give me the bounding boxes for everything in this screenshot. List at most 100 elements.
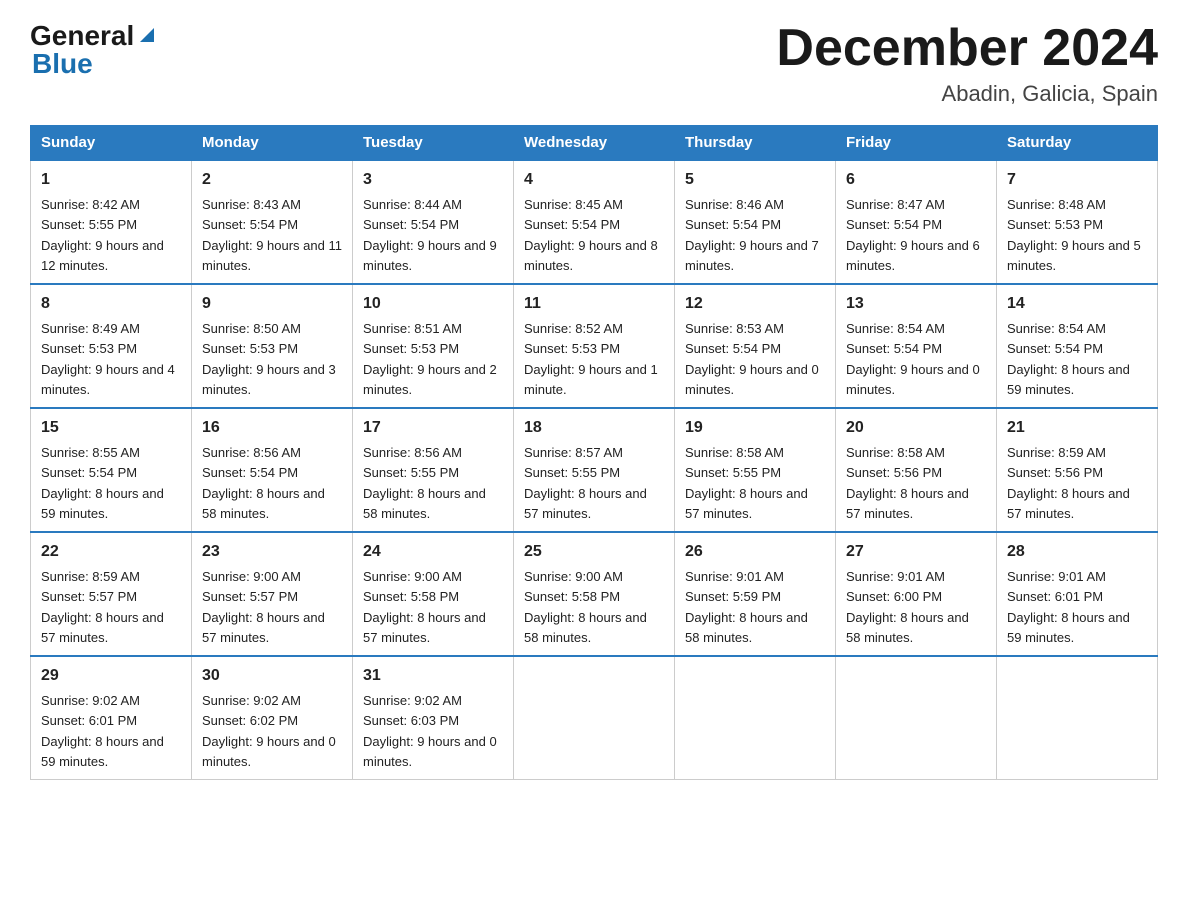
day-number: 30 xyxy=(202,664,342,688)
calendar-cell: 14 Sunrise: 8:54 AMSunset: 5:54 PMDaylig… xyxy=(997,284,1158,408)
calendar-cell: 17 Sunrise: 8:56 AMSunset: 5:55 PMDaylig… xyxy=(353,408,514,532)
day-number: 24 xyxy=(363,540,503,564)
calendar-cell xyxy=(514,656,675,780)
day-info: Sunrise: 8:58 AMSunset: 5:55 PMDaylight:… xyxy=(685,445,808,521)
location: Abadin, Galicia, Spain xyxy=(776,81,1158,107)
day-info: Sunrise: 9:01 AMSunset: 6:00 PMDaylight:… xyxy=(846,569,969,645)
day-number: 22 xyxy=(41,540,181,564)
day-number: 29 xyxy=(41,664,181,688)
day-info: Sunrise: 8:55 AMSunset: 5:54 PMDaylight:… xyxy=(41,445,164,521)
col-header-friday: Friday xyxy=(836,126,997,161)
day-info: Sunrise: 8:52 AMSunset: 5:53 PMDaylight:… xyxy=(524,321,658,397)
calendar-cell: 25 Sunrise: 9:00 AMSunset: 5:58 PMDaylig… xyxy=(514,532,675,656)
day-number: 15 xyxy=(41,416,181,440)
day-info: Sunrise: 9:00 AMSunset: 5:58 PMDaylight:… xyxy=(363,569,486,645)
calendar-cell: 27 Sunrise: 9:01 AMSunset: 6:00 PMDaylig… xyxy=(836,532,997,656)
day-info: Sunrise: 8:44 AMSunset: 5:54 PMDaylight:… xyxy=(363,197,497,273)
day-info: Sunrise: 9:00 AMSunset: 5:58 PMDaylight:… xyxy=(524,569,647,645)
day-number: 20 xyxy=(846,416,986,440)
calendar-cell: 1 Sunrise: 8:42 AMSunset: 5:55 PMDayligh… xyxy=(31,160,192,284)
day-number: 26 xyxy=(685,540,825,564)
day-info: Sunrise: 8:51 AMSunset: 5:53 PMDaylight:… xyxy=(363,321,497,397)
page-header: General Blue December 2024 Abadin, Galic… xyxy=(30,20,1158,107)
calendar-cell: 6 Sunrise: 8:47 AMSunset: 5:54 PMDayligh… xyxy=(836,160,997,284)
logo-triangle-icon xyxy=(136,24,158,46)
calendar-cell: 23 Sunrise: 9:00 AMSunset: 5:57 PMDaylig… xyxy=(192,532,353,656)
day-number: 27 xyxy=(846,540,986,564)
calendar-cell xyxy=(836,656,997,780)
day-number: 5 xyxy=(685,168,825,192)
calendar-cell: 7 Sunrise: 8:48 AMSunset: 5:53 PMDayligh… xyxy=(997,160,1158,284)
calendar-cell: 26 Sunrise: 9:01 AMSunset: 5:59 PMDaylig… xyxy=(675,532,836,656)
calendar-cell xyxy=(675,656,836,780)
day-info: Sunrise: 8:42 AMSunset: 5:55 PMDaylight:… xyxy=(41,197,164,273)
day-info: Sunrise: 8:50 AMSunset: 5:53 PMDaylight:… xyxy=(202,321,336,397)
calendar-cell: 29 Sunrise: 9:02 AMSunset: 6:01 PMDaylig… xyxy=(31,656,192,780)
day-info: Sunrise: 9:02 AMSunset: 6:02 PMDaylight:… xyxy=(202,693,336,769)
col-header-sunday: Sunday xyxy=(31,126,192,161)
day-info: Sunrise: 8:54 AMSunset: 5:54 PMDaylight:… xyxy=(1007,321,1130,397)
calendar-week-5: 29 Sunrise: 9:02 AMSunset: 6:01 PMDaylig… xyxy=(31,656,1158,780)
calendar-cell: 18 Sunrise: 8:57 AMSunset: 5:55 PMDaylig… xyxy=(514,408,675,532)
day-info: Sunrise: 8:43 AMSunset: 5:54 PMDaylight:… xyxy=(202,197,342,273)
day-info: Sunrise: 8:45 AMSunset: 5:54 PMDaylight:… xyxy=(524,197,658,273)
day-number: 23 xyxy=(202,540,342,564)
day-info: Sunrise: 8:57 AMSunset: 5:55 PMDaylight:… xyxy=(524,445,647,521)
col-header-thursday: Thursday xyxy=(675,126,836,161)
calendar-cell: 24 Sunrise: 9:00 AMSunset: 5:58 PMDaylig… xyxy=(353,532,514,656)
day-number: 13 xyxy=(846,292,986,316)
day-number: 1 xyxy=(41,168,181,192)
calendar-cell: 4 Sunrise: 8:45 AMSunset: 5:54 PMDayligh… xyxy=(514,160,675,284)
calendar-cell: 13 Sunrise: 8:54 AMSunset: 5:54 PMDaylig… xyxy=(836,284,997,408)
calendar-cell: 5 Sunrise: 8:46 AMSunset: 5:54 PMDayligh… xyxy=(675,160,836,284)
day-number: 9 xyxy=(202,292,342,316)
day-info: Sunrise: 8:46 AMSunset: 5:54 PMDaylight:… xyxy=(685,197,819,273)
calendar-cell: 19 Sunrise: 8:58 AMSunset: 5:55 PMDaylig… xyxy=(675,408,836,532)
calendar-cell: 10 Sunrise: 8:51 AMSunset: 5:53 PMDaylig… xyxy=(353,284,514,408)
col-header-saturday: Saturday xyxy=(997,126,1158,161)
calendar-week-4: 22 Sunrise: 8:59 AMSunset: 5:57 PMDaylig… xyxy=(31,532,1158,656)
calendar-cell: 11 Sunrise: 8:52 AMSunset: 5:53 PMDaylig… xyxy=(514,284,675,408)
day-info: Sunrise: 9:02 AMSunset: 6:01 PMDaylight:… xyxy=(41,693,164,769)
day-number: 16 xyxy=(202,416,342,440)
day-info: Sunrise: 8:59 AMSunset: 5:56 PMDaylight:… xyxy=(1007,445,1130,521)
day-info: Sunrise: 9:01 AMSunset: 5:59 PMDaylight:… xyxy=(685,569,808,645)
day-number: 4 xyxy=(524,168,664,192)
day-info: Sunrise: 8:56 AMSunset: 5:54 PMDaylight:… xyxy=(202,445,325,521)
day-info: Sunrise: 9:01 AMSunset: 6:01 PMDaylight:… xyxy=(1007,569,1130,645)
day-number: 19 xyxy=(685,416,825,440)
calendar-cell: 28 Sunrise: 9:01 AMSunset: 6:01 PMDaylig… xyxy=(997,532,1158,656)
col-header-wednesday: Wednesday xyxy=(514,126,675,161)
day-number: 10 xyxy=(363,292,503,316)
day-number: 2 xyxy=(202,168,342,192)
calendar-table: SundayMondayTuesdayWednesdayThursdayFrid… xyxy=(30,125,1158,780)
day-number: 18 xyxy=(524,416,664,440)
day-number: 6 xyxy=(846,168,986,192)
calendar-cell: 31 Sunrise: 9:02 AMSunset: 6:03 PMDaylig… xyxy=(353,656,514,780)
calendar-week-2: 8 Sunrise: 8:49 AMSunset: 5:53 PMDayligh… xyxy=(31,284,1158,408)
calendar-cell: 12 Sunrise: 8:53 AMSunset: 5:54 PMDaylig… xyxy=(675,284,836,408)
calendar-cell: 20 Sunrise: 8:58 AMSunset: 5:56 PMDaylig… xyxy=(836,408,997,532)
day-number: 21 xyxy=(1007,416,1147,440)
calendar-header-row: SundayMondayTuesdayWednesdayThursdayFrid… xyxy=(31,126,1158,161)
calendar-week-3: 15 Sunrise: 8:55 AMSunset: 5:54 PMDaylig… xyxy=(31,408,1158,532)
day-info: Sunrise: 8:59 AMSunset: 5:57 PMDaylight:… xyxy=(41,569,164,645)
day-info: Sunrise: 8:58 AMSunset: 5:56 PMDaylight:… xyxy=(846,445,969,521)
day-number: 8 xyxy=(41,292,181,316)
day-info: Sunrise: 9:00 AMSunset: 5:57 PMDaylight:… xyxy=(202,569,325,645)
day-info: Sunrise: 8:54 AMSunset: 5:54 PMDaylight:… xyxy=(846,321,980,397)
day-info: Sunrise: 8:47 AMSunset: 5:54 PMDaylight:… xyxy=(846,197,980,273)
calendar-cell: 8 Sunrise: 8:49 AMSunset: 5:53 PMDayligh… xyxy=(31,284,192,408)
calendar-week-1: 1 Sunrise: 8:42 AMSunset: 5:55 PMDayligh… xyxy=(31,160,1158,284)
day-number: 7 xyxy=(1007,168,1147,192)
day-info: Sunrise: 8:53 AMSunset: 5:54 PMDaylight:… xyxy=(685,321,819,397)
calendar-cell: 3 Sunrise: 8:44 AMSunset: 5:54 PMDayligh… xyxy=(353,160,514,284)
day-info: Sunrise: 8:48 AMSunset: 5:53 PMDaylight:… xyxy=(1007,197,1141,273)
day-number: 17 xyxy=(363,416,503,440)
calendar-cell: 16 Sunrise: 8:56 AMSunset: 5:54 PMDaylig… xyxy=(192,408,353,532)
day-number: 28 xyxy=(1007,540,1147,564)
logo: General Blue xyxy=(30,20,158,80)
month-title: December 2024 xyxy=(776,20,1158,77)
day-number: 3 xyxy=(363,168,503,192)
day-number: 12 xyxy=(685,292,825,316)
